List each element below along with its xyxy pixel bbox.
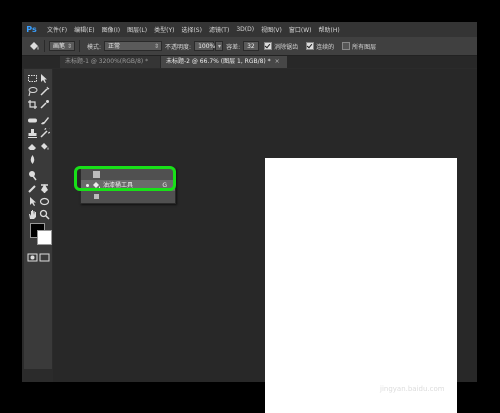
- contiguous-label: 连续的: [316, 43, 335, 51]
- photoshop-window: Ps 文件(F) 编辑(E) 图像(I) 图层(L) 类型(Y) 选择(S) 滤…: [22, 22, 477, 413]
- tab-label: 未标题-1 @ 3200%(RGB/8) *: [65, 58, 149, 65]
- chevron-down-icon: ▾: [218, 43, 222, 50]
- tolerance-input[interactable]: 32: [243, 41, 260, 51]
- opacity-value: 100%: [198, 43, 216, 50]
- opacity-input[interactable]: 100%: [194, 41, 216, 51]
- clone-stamp-tool-icon[interactable]: [27, 128, 38, 139]
- menu-bar: Ps 文件(F) 编辑(E) 图像(I) 图层(L) 类型(Y) 选择(S) 滤…: [22, 22, 477, 37]
- 3d-material-drop-icon: [92, 192, 101, 201]
- menu-help[interactable]: 帮助(H): [319, 25, 340, 34]
- opacity-label: 不透明度:: [165, 43, 192, 51]
- mode-label: 模式:: [87, 43, 102, 51]
- menu-window[interactable]: 窗口(W): [289, 25, 312, 34]
- path-selection-tool-icon[interactable]: [27, 196, 38, 207]
- close-icon[interactable]: ×: [275, 58, 280, 65]
- app-logo: Ps: [26, 25, 37, 34]
- menu-select[interactable]: 选择(S): [181, 25, 202, 34]
- menu-edit[interactable]: 编辑(E): [74, 25, 94, 34]
- all-layers-label: 所有图层: [352, 43, 377, 51]
- tab-label: 未标题-2 @ 66.7% (图层 1, RGB/8) *: [166, 58, 271, 65]
- watermark-text: Baidu经验: [380, 351, 453, 367]
- divider: [79, 40, 80, 52]
- antialias-label: 消除锯齿: [274, 43, 299, 51]
- menu-type[interactable]: 类型(Y): [154, 25, 174, 34]
- workspace: [53, 69, 477, 413]
- paint-bucket-tool-icon[interactable]: [39, 141, 50, 152]
- menu-file[interactable]: 文件(F): [47, 25, 67, 34]
- crop-tool-icon[interactable]: [27, 99, 38, 110]
- mode-select[interactable]: 正常 ⇕: [104, 41, 163, 51]
- pencil-tool-icon[interactable]: [27, 183, 38, 194]
- paint-bucket-icon[interactable]: [28, 40, 40, 52]
- background-color-swatch[interactable]: [37, 230, 52, 245]
- history-brush-tool-icon[interactable]: [39, 128, 50, 139]
- all-layers-checkbox[interactable]: [342, 42, 351, 50]
- options-bar: 画笔 ⇕ 模式: 正常 ⇕ 不透明度: 100% ▾ 容差: 32 消除锯齿 连…: [22, 37, 477, 56]
- blur-tool-icon[interactable]: [27, 154, 38, 165]
- quick-mask-icon[interactable]: [27, 252, 38, 262]
- watermark-url: jingyan.baidu.com: [380, 385, 445, 393]
- divider: [44, 40, 45, 52]
- marquee-tool-icon[interactable]: [27, 73, 38, 84]
- mode-value: 正常: [108, 43, 121, 50]
- menu-image[interactable]: 图像(I): [102, 25, 120, 34]
- move-tool-icon[interactable]: [39, 73, 50, 84]
- dodge-tool-icon[interactable]: [27, 170, 38, 181]
- menu-layer[interactable]: 图层(L): [127, 25, 147, 34]
- eyedropper-tool-icon[interactable]: [39, 99, 50, 110]
- antialias-checkbox[interactable]: [264, 42, 273, 50]
- tools-panel: [24, 69, 52, 369]
- eraser-tool-icon[interactable]: [27, 141, 38, 152]
- document-tabs: 未标题-1 @ 3200%(RGB/8) * 未标题-2 @ 66.7% (图层…: [22, 56, 477, 68]
- flyout-item-3d-material-drop[interactable]: [81, 191, 175, 202]
- magic-wand-tool-icon[interactable]: [39, 86, 50, 97]
- tab-untitled-1[interactable]: 未标题-1 @ 3200%(RGB/8) *: [60, 56, 160, 68]
- contiguous-checkbox[interactable]: [306, 42, 315, 50]
- opacity-dropdown[interactable]: ▾: [215, 41, 224, 51]
- hand-tool-icon[interactable]: [27, 209, 38, 220]
- fill-source-select[interactable]: 画笔 ⇕: [49, 41, 75, 51]
- menu-filter[interactable]: 滤镜(T): [209, 25, 229, 34]
- document-canvas[interactable]: [265, 158, 457, 413]
- menu-view[interactable]: 视图(V): [261, 25, 282, 34]
- baidu-jingyan-watermark: Baidu经验: [380, 348, 453, 368]
- highlight-outline: [74, 166, 176, 191]
- zoom-tool-icon[interactable]: [39, 209, 50, 220]
- fill-source-value: 画笔: [53, 43, 66, 50]
- tab-untitled-2[interactable]: 未标题-2 @ 66.7% (图层 1, RGB/8) * ×: [161, 56, 287, 68]
- chevron-down-icon: ⇕: [66, 43, 72, 50]
- chevron-down-icon: ⇕: [154, 43, 160, 50]
- type-tool-icon[interactable]: [39, 183, 50, 194]
- lasso-tool-icon[interactable]: [27, 86, 38, 97]
- tolerance-label: 容差:: [226, 43, 241, 51]
- brush-tool-icon[interactable]: [39, 115, 50, 126]
- screen-mode-icon[interactable]: [39, 252, 50, 262]
- healing-brush-tool-icon[interactable]: [27, 115, 38, 126]
- tolerance-value: 32: [247, 43, 255, 50]
- ellipse-tool-icon[interactable]: [39, 196, 50, 207]
- menu-3d[interactable]: 3D(D): [236, 26, 254, 33]
